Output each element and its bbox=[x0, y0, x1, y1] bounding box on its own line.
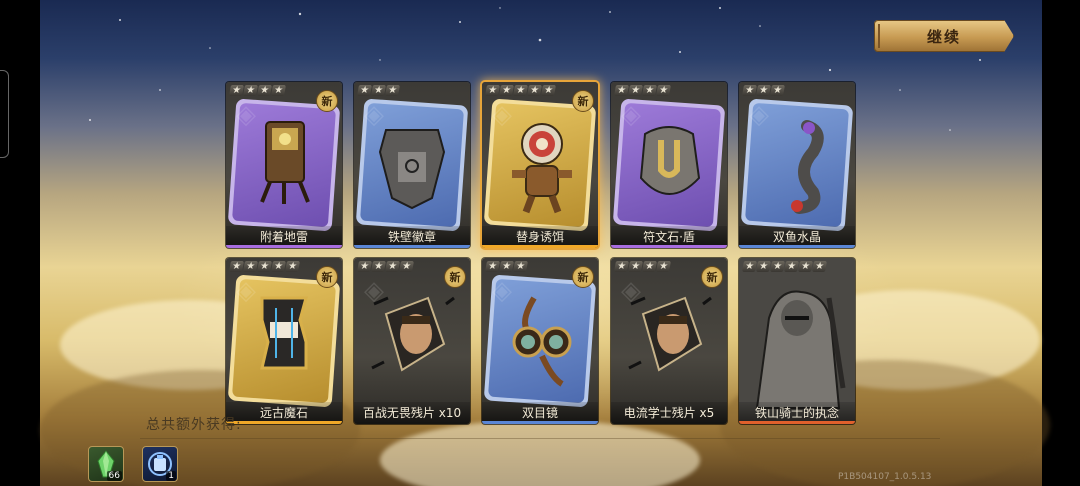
version-text: P1B504107_1.0.5.13 bbox=[838, 472, 932, 482]
star-icon: ★ bbox=[513, 261, 528, 272]
star-icon: ★ bbox=[527, 85, 542, 96]
star-icon: ★ bbox=[371, 261, 386, 272]
star-icon: ★ bbox=[485, 261, 500, 272]
reward-card[interactable]: ◈ ★ ★ ★ ★ 新百战无畏残片 x10 bbox=[354, 258, 470, 424]
star-icon: ★ bbox=[485, 85, 500, 96]
star-icon: ★ bbox=[656, 85, 671, 96]
reward-card[interactable]: ◈ ★ ★ ★ 双鱼水晶 bbox=[739, 82, 855, 248]
star-rating: ★ ★ ★ ★ ★ bbox=[229, 261, 300, 272]
star-icon: ★ bbox=[642, 261, 657, 272]
star-icon: ★ bbox=[541, 85, 556, 96]
reward-card[interactable]: ◈ ★ ★ ★ 铁壁徽章 bbox=[354, 82, 470, 248]
new-badge: 新 bbox=[316, 266, 338, 288]
game-screen: 继续 ◈ ★ ★ ★ ★ 新附着地雷 ◈ ★ ★ ★ 铁壁徽章 ◈ ★ ★ ★ ★ ★ 新替身诱饵 ◈ ★ ★ ★ ★ 符文石… bbox=[0, 0, 1080, 486]
rarity-bar bbox=[739, 421, 855, 424]
star-icon: ★ bbox=[357, 261, 372, 272]
star-icon: ★ bbox=[756, 261, 771, 272]
star-icon: ★ bbox=[499, 261, 514, 272]
star-rating: ★ ★ ★ ★ bbox=[614, 85, 671, 96]
star-icon: ★ bbox=[770, 261, 785, 272]
star-icon: ★ bbox=[642, 85, 657, 96]
star-icon: ★ bbox=[371, 85, 386, 96]
star-icon: ★ bbox=[257, 85, 272, 96]
star-icon: ★ bbox=[742, 85, 757, 96]
new-badge: 新 bbox=[316, 90, 338, 112]
rarity-bar bbox=[482, 245, 598, 248]
star-icon: ★ bbox=[756, 85, 771, 96]
star-rating: ★ ★ ★ ★ bbox=[614, 261, 671, 272]
reward-card[interactable]: ◈ ★ ★ ★ ★ 新电流学士残片 x5 bbox=[611, 258, 727, 424]
star-icon: ★ bbox=[614, 261, 629, 272]
bonus-label: 总共额外获得: bbox=[146, 417, 242, 433]
star-icon: ★ bbox=[812, 261, 827, 272]
new-badge: 新 bbox=[444, 266, 466, 288]
reward-card[interactable]: ◈ ★ ★ ★ 新双目镜 bbox=[482, 258, 598, 424]
star-icon: ★ bbox=[628, 85, 643, 96]
new-badge: 新 bbox=[701, 266, 723, 288]
rarity-bar bbox=[354, 421, 470, 424]
star-rating: ★ ★ ★ ★ bbox=[229, 85, 286, 96]
star-icon: ★ bbox=[385, 85, 400, 96]
star-icon: ★ bbox=[271, 261, 286, 272]
star-rating: ★ ★ ★ bbox=[485, 261, 528, 272]
rarity-bar bbox=[739, 245, 855, 248]
star-rating: ★ ★ ★ ★ bbox=[357, 261, 414, 272]
star-icon: ★ bbox=[784, 261, 799, 272]
new-badge: 新 bbox=[572, 266, 594, 288]
reward-card[interactable]: ◈ ★ ★ ★ ★ 新附着地雷 bbox=[226, 82, 342, 248]
star-icon: ★ bbox=[229, 85, 244, 96]
star-icon: ★ bbox=[243, 85, 258, 96]
rarity-bar bbox=[482, 421, 598, 424]
bonus-item-emblem[interactable]: 1 bbox=[142, 446, 178, 482]
cloud bbox=[380, 420, 700, 486]
star-icon: ★ bbox=[742, 261, 757, 272]
rarity-bar bbox=[226, 421, 342, 424]
rarity-bar bbox=[354, 245, 470, 248]
reward-card[interactable]: ◈ ★ ★ ★ ★ ★ 新远古魔石 bbox=[226, 258, 342, 424]
star-icon: ★ bbox=[399, 261, 414, 272]
star-rating: ★ ★ ★ bbox=[357, 85, 400, 96]
new-badge: 新 bbox=[572, 90, 594, 112]
continue-button[interactable]: 继续 bbox=[874, 20, 1014, 52]
star-icon: ★ bbox=[357, 85, 372, 96]
star-rating: ★ ★ ★ bbox=[742, 85, 785, 96]
star-icon: ★ bbox=[656, 261, 671, 272]
rarity-bar bbox=[611, 245, 727, 248]
reward-card[interactable]: ◈ ★ ★ ★ ★ ★ 新替身诱饵 bbox=[482, 82, 598, 248]
reward-card[interactable]: ◈★★★★★★铁山骑士的执念 bbox=[739, 258, 855, 424]
divider bbox=[140, 438, 940, 439]
star-rating: ★ ★ ★ ★ ★ ★ bbox=[742, 261, 827, 272]
star-icon: ★ bbox=[285, 261, 300, 272]
item-count: 1 bbox=[166, 471, 176, 481]
star-rating: ★ ★ ★ ★ ★ bbox=[485, 85, 556, 96]
star-icon: ★ bbox=[257, 261, 272, 272]
item-count: 66 bbox=[106, 471, 122, 481]
star-icon: ★ bbox=[271, 85, 286, 96]
star-icon: ★ bbox=[614, 85, 629, 96]
rarity-bar bbox=[611, 421, 727, 424]
star-icon: ★ bbox=[499, 85, 514, 96]
star-icon: ★ bbox=[229, 261, 244, 272]
reward-card[interactable]: ◈ ★ ★ ★ ★ 符文石·盾 bbox=[611, 82, 727, 248]
star-icon: ★ bbox=[513, 85, 528, 96]
rarity-bar bbox=[226, 245, 342, 248]
bonus-item-crystal[interactable]: 66 bbox=[88, 446, 124, 482]
star-icon: ★ bbox=[628, 261, 643, 272]
star-icon: ★ bbox=[243, 261, 258, 272]
star-icon: ★ bbox=[798, 261, 813, 272]
star-icon: ★ bbox=[385, 261, 400, 272]
star-icon: ★ bbox=[770, 85, 785, 96]
